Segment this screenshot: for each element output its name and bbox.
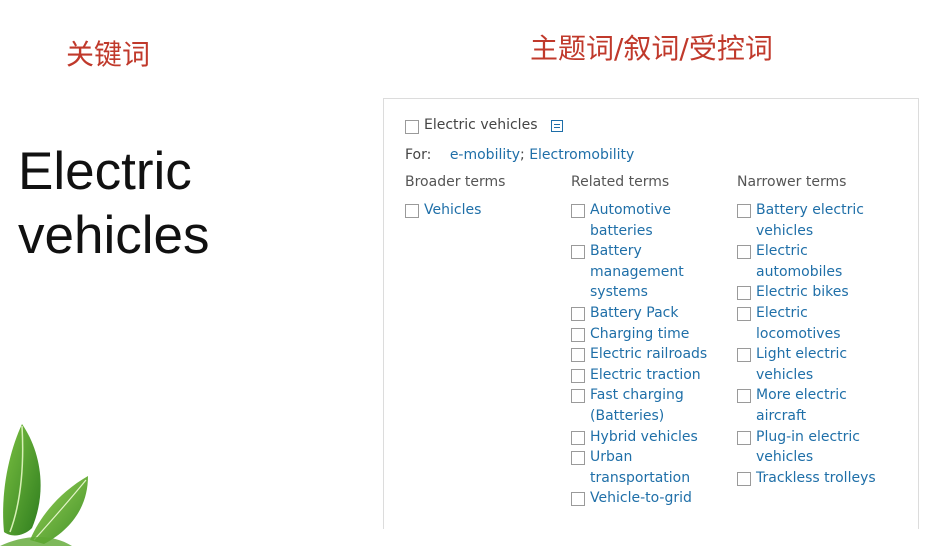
term-item[interactable]: Hybrid vehicles: [571, 427, 731, 448]
slide-title-line-2: vehicles: [18, 206, 210, 265]
term-item[interactable]: Electric bikes: [737, 282, 897, 303]
term-checkbox[interactable]: [737, 348, 751, 363]
related-terms-header: Related terms: [571, 174, 670, 190]
term-item[interactable]: Battery electric vehicles: [737, 200, 897, 241]
term-link[interactable]: Charging time: [590, 324, 715, 345]
for-line: For: e-mobility; Electromobility: [405, 147, 634, 163]
term-checkbox[interactable]: [571, 492, 585, 507]
term-checkbox[interactable]: [737, 306, 751, 321]
term-item[interactable]: Electric railroads: [571, 344, 731, 365]
term-link[interactable]: Trackless trolleys: [756, 468, 881, 489]
term-item[interactable]: Electric automobiles: [737, 241, 897, 282]
leaf-icon: [0, 424, 88, 546]
for-separator: ;: [520, 147, 530, 163]
thesaurus-panel: Electric vehicles For: e-mobility; Elect…: [383, 98, 919, 529]
term-checkbox[interactable]: [571, 368, 585, 383]
term-link[interactable]: Hybrid vehicles: [590, 427, 715, 448]
term-checkbox[interactable]: [571, 348, 585, 363]
narrower-terms-column: Narrower terms Battery electric vehicles…: [737, 174, 897, 488]
term-checkbox[interactable]: [737, 389, 751, 404]
term-item[interactable]: Electric traction: [571, 365, 731, 386]
slide-title-line-1: Electric: [18, 142, 192, 201]
term-item[interactable]: Fast charging (Batteries): [571, 385, 731, 426]
term-link[interactable]: Automotive batteries: [590, 200, 715, 241]
term-link[interactable]: Electric automobiles: [756, 241, 881, 282]
term-checkbox[interactable]: [571, 389, 585, 404]
term-link[interactable]: Battery electric vehicles: [756, 200, 881, 241]
term-item[interactable]: Light electric vehicles: [737, 344, 897, 385]
main-term-label: Electric vehicles: [424, 117, 538, 133]
for-label: For:: [405, 147, 432, 163]
broader-terms-column: Broader terms Vehicles: [405, 174, 565, 221]
term-link[interactable]: Vehicles: [424, 200, 549, 221]
term-link[interactable]: Battery Pack: [590, 303, 715, 324]
term-checkbox[interactable]: [571, 430, 585, 445]
term-link[interactable]: Urban transportation: [590, 447, 715, 488]
term-item[interactable]: Plug-in electric vehicles: [737, 427, 897, 468]
term-item[interactable]: Vehicle-to-grid: [571, 488, 731, 509]
term-item[interactable]: Battery Pack: [571, 303, 731, 324]
term-checkbox[interactable]: [405, 204, 419, 218]
term-link[interactable]: Electric bikes: [756, 282, 881, 303]
main-term-checkbox[interactable]: [405, 120, 419, 134]
narrower-terms-list: Battery electric vehicles Electric autom…: [737, 200, 897, 488]
for-term-link[interactable]: e-mobility: [450, 147, 520, 163]
term-checkbox[interactable]: [737, 430, 751, 445]
term-link[interactable]: Vehicle-to-grid: [590, 488, 715, 509]
subject-term-heading: 主题词/叙词/受控词: [530, 32, 773, 65]
term-link[interactable]: Light electric vehicles: [756, 344, 881, 385]
term-checkbox[interactable]: [571, 306, 585, 321]
term-item[interactable]: Charging time: [571, 324, 731, 345]
term-link[interactable]: Electric railroads: [590, 344, 715, 365]
broader-terms-header: Broader terms: [405, 174, 506, 190]
term-checkbox[interactable]: [737, 471, 751, 486]
main-term-row[interactable]: Electric vehicles: [405, 117, 564, 134]
term-item[interactable]: Battery management systems: [571, 241, 731, 303]
term-item[interactable]: Urban transportation: [571, 447, 731, 488]
related-terms-column: Related terms Automotive batteries Batte…: [571, 174, 731, 509]
slide-title: Electric vehicles: [18, 140, 209, 268]
term-checkbox[interactable]: [571, 451, 585, 466]
term-item[interactable]: Vehicles: [405, 200, 565, 221]
related-terms-list: Automotive batteries Battery management …: [571, 200, 731, 509]
term-link[interactable]: Plug-in electric vehicles: [756, 427, 881, 468]
term-checkbox[interactable]: [571, 204, 585, 218]
term-link[interactable]: Electric locomotives: [756, 303, 881, 344]
broader-terms-list: Vehicles: [405, 200, 565, 221]
term-checkbox[interactable]: [571, 327, 585, 342]
detail-icon[interactable]: [551, 120, 564, 132]
term-item[interactable]: Trackless trolleys: [737, 468, 897, 489]
term-checkbox[interactable]: [737, 245, 751, 260]
term-checkbox[interactable]: [737, 286, 751, 301]
term-item[interactable]: Automotive batteries: [571, 200, 731, 241]
term-link[interactable]: Fast charging (Batteries): [590, 385, 715, 426]
leaf-decoration: [0, 420, 90, 546]
term-item[interactable]: Electric locomotives: [737, 303, 897, 344]
term-checkbox[interactable]: [737, 204, 751, 218]
narrower-terms-header: Narrower terms: [737, 174, 847, 190]
keyword-heading: 关键词: [66, 38, 151, 71]
term-link[interactable]: More electric aircraft: [756, 385, 881, 426]
for-term-link[interactable]: Electromobility: [529, 147, 634, 163]
term-link[interactable]: Electric traction: [590, 365, 715, 386]
term-link[interactable]: Battery management systems: [590, 241, 715, 303]
term-item[interactable]: More electric aircraft: [737, 385, 897, 426]
term-checkbox[interactable]: [571, 245, 585, 260]
